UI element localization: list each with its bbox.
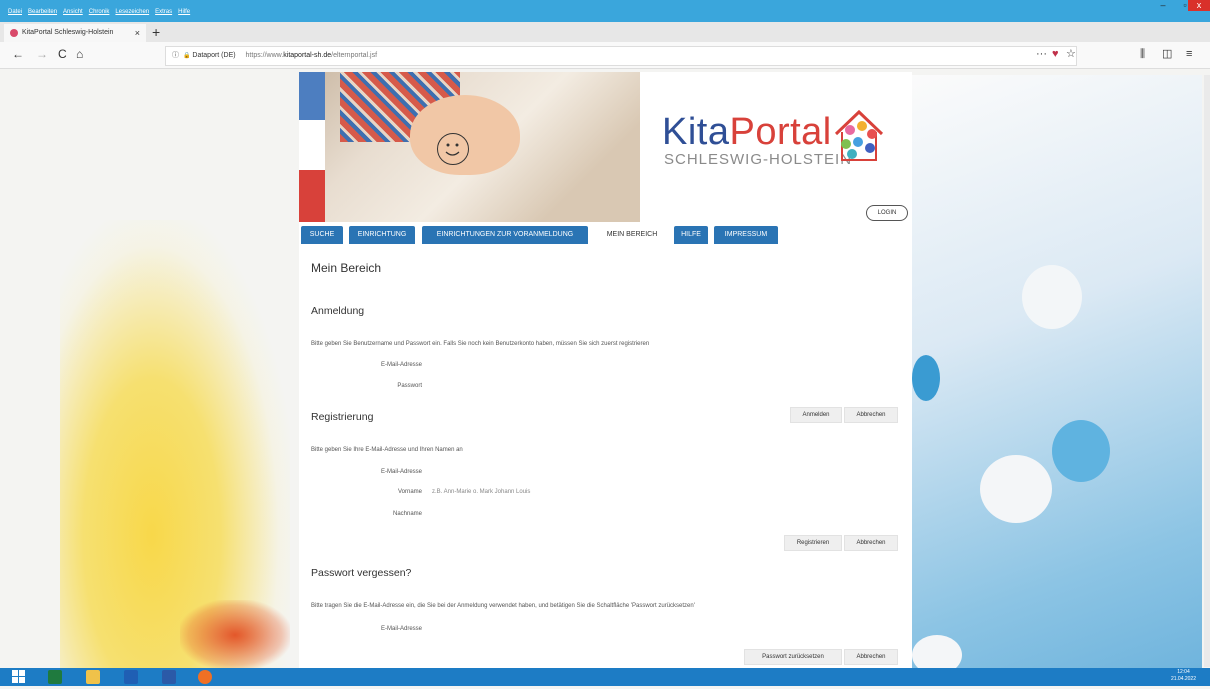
tab-impressum[interactable]: IMPRESSUM: [714, 226, 778, 244]
tab-bar: [0, 22, 1210, 42]
page-actions-icon[interactable]: ···: [1036, 47, 1047, 61]
menu-bearbeiten[interactable]: Bearbeiten: [28, 8, 57, 16]
login-password-label: Passwort: [397, 383, 422, 389]
tab-mein-bereich[interactable]: MEIN BEREICH: [596, 226, 668, 244]
bookmark-star-icon[interactable]: ☆: [1066, 47, 1076, 61]
tab-hilfe[interactable]: HILFE: [674, 226, 708, 244]
certificate-org: Dataport (DE): [192, 52, 236, 59]
login-hint: Bitte geben Sie Benutzername und Passwor…: [311, 341, 650, 347]
tab-close-icon[interactable]: ×: [135, 24, 140, 42]
file-explorer-icon[interactable]: [86, 670, 100, 684]
register-firstname-label: Vorname: [397, 489, 422, 495]
url-text: https://www.kitaportal-sh.de/elternporta…: [245, 52, 378, 59]
library-icon[interactable]: ⫼: [1140, 47, 1145, 61]
firefox-icon[interactable]: [198, 670, 212, 684]
background-red-splash: [180, 600, 290, 670]
balloon: [912, 355, 940, 401]
login-button[interactable]: LOGIN: [866, 205, 908, 221]
windows-taskbar: [0, 668, 1210, 686]
menu-hilfe[interactable]: Hilfe: [178, 8, 190, 16]
menu-extras[interactable]: Extras: [155, 8, 172, 16]
header-image: [299, 72, 640, 222]
kitaportal-logo[interactable]: KitaPortal SCHLESWIG-HOLSTEIN: [662, 112, 852, 168]
forward-icon[interactable]: →: [36, 47, 48, 61]
title-bar: Datei Bearbeiten Ansicht Chronik Lesezeichen…: [0, 0, 1210, 22]
logo-portal: Portal: [729, 111, 832, 153]
register-submit-button[interactable]: Registrieren: [784, 535, 842, 551]
outlook-icon[interactable]: [124, 670, 138, 684]
pocket-icon[interactable]: ♥: [1052, 47, 1059, 61]
forgot-cancel-button[interactable]: Abbrechen: [844, 649, 898, 665]
new-tab-button[interactable]: +: [152, 24, 160, 40]
flag-stripe-white: [299, 120, 325, 170]
excel-icon[interactable]: [48, 670, 62, 684]
login-submit-button[interactable]: Anmelden: [790, 407, 842, 423]
menu-datei[interactable]: Datei: [8, 8, 22, 16]
favicon-icon: [10, 29, 18, 37]
address-bar[interactable]: ⓘ 🔒 Dataport (DE) https://www.kitaportal…: [165, 46, 1077, 66]
flag-stripe-blue: [299, 72, 325, 120]
register-firstname-placeholder[interactable]: z.B. Ann-Marie o. Mark Johann Louis: [432, 489, 530, 495]
back-icon[interactable]: ←: [12, 47, 24, 61]
logo-kita: Kita: [662, 111, 730, 153]
balloon: [1052, 420, 1110, 482]
smiley-drawing: [437, 133, 469, 165]
clock-time: 12:04: [1177, 669, 1190, 675]
tab-einrichtungen-voranmeldung[interactable]: EINRICHTUNGEN ZUR VORANMELDUNG: [422, 226, 588, 244]
sidebar-icon[interactable]: ◫: [1162, 47, 1172, 61]
clock-date: 21.04.2022: [1170, 676, 1196, 682]
logo-subtitle: SCHLESWIG-HOLSTEIN: [664, 151, 853, 168]
house-logo-icon: [834, 109, 884, 161]
page-title: Mein Bereich: [311, 261, 382, 275]
menu-chronik[interactable]: Chronik: [89, 8, 110, 16]
scrollbar[interactable]: [1204, 75, 1210, 667]
reset-password-button[interactable]: Passwort zurücksetzen: [744, 649, 842, 665]
balloon: [980, 455, 1052, 523]
forgot-email-label: E-Mail-Adresse: [380, 626, 422, 632]
lock-icon: 🔒: [182, 53, 191, 59]
minimize-button[interactable]: –: [1152, 0, 1174, 11]
background-balloon-sky: [912, 75, 1202, 675]
register-lastname-label: Nachname: [392, 511, 422, 517]
menu-lesezeichen[interactable]: Lesezeichen: [115, 8, 149, 16]
tab-suche[interactable]: SUCHE: [301, 226, 343, 244]
login-cancel-button[interactable]: Abbrechen: [844, 407, 898, 423]
login-email-label: E-Mail-Adresse: [380, 362, 422, 368]
tab-title: KitaPortal Schleswig-Holstein: [22, 29, 114, 36]
menu-ansicht[interactable]: Ansicht: [63, 8, 83, 16]
register-heading: Registrierung: [311, 411, 374, 423]
taskbar-clock[interactable]: 12:04 21.04.2022: [1171, 669, 1196, 683]
balloon: [1022, 265, 1082, 329]
forgot-heading: Passwort vergessen?: [311, 567, 412, 579]
register-cancel-button[interactable]: Abbrechen: [844, 535, 898, 551]
menu-icon[interactable]: ≡: [1186, 47, 1192, 61]
site-info-icon[interactable]: ⓘ: [172, 52, 179, 59]
tab-einrichtung[interactable]: EINRICHTUNG: [349, 226, 415, 244]
browser-tab[interactable]: KitaPortal Schleswig-Holstein ×: [4, 24, 146, 42]
forgot-hint: Bitte tragen Sie die E-Mail-Adresse ein,…: [311, 603, 695, 609]
reload-icon[interactable]: C: [58, 47, 67, 61]
close-window-button[interactable]: x: [1188, 0, 1210, 11]
flag-stripe-red: [299, 170, 325, 222]
word-icon[interactable]: [162, 670, 176, 684]
windows-start-icon[interactable]: [12, 670, 26, 684]
register-hint: Bitte geben Sie Ihre E-Mail-Adresse und …: [311, 447, 463, 453]
register-email-label: E-Mail-Adresse: [380, 469, 422, 475]
home-icon[interactable]: ⌂: [76, 47, 83, 61]
login-heading: Anmeldung: [311, 305, 365, 317]
menu-bar: Datei Bearbeiten Ansicht Chronik Lesezeichen…: [8, 0, 196, 18]
